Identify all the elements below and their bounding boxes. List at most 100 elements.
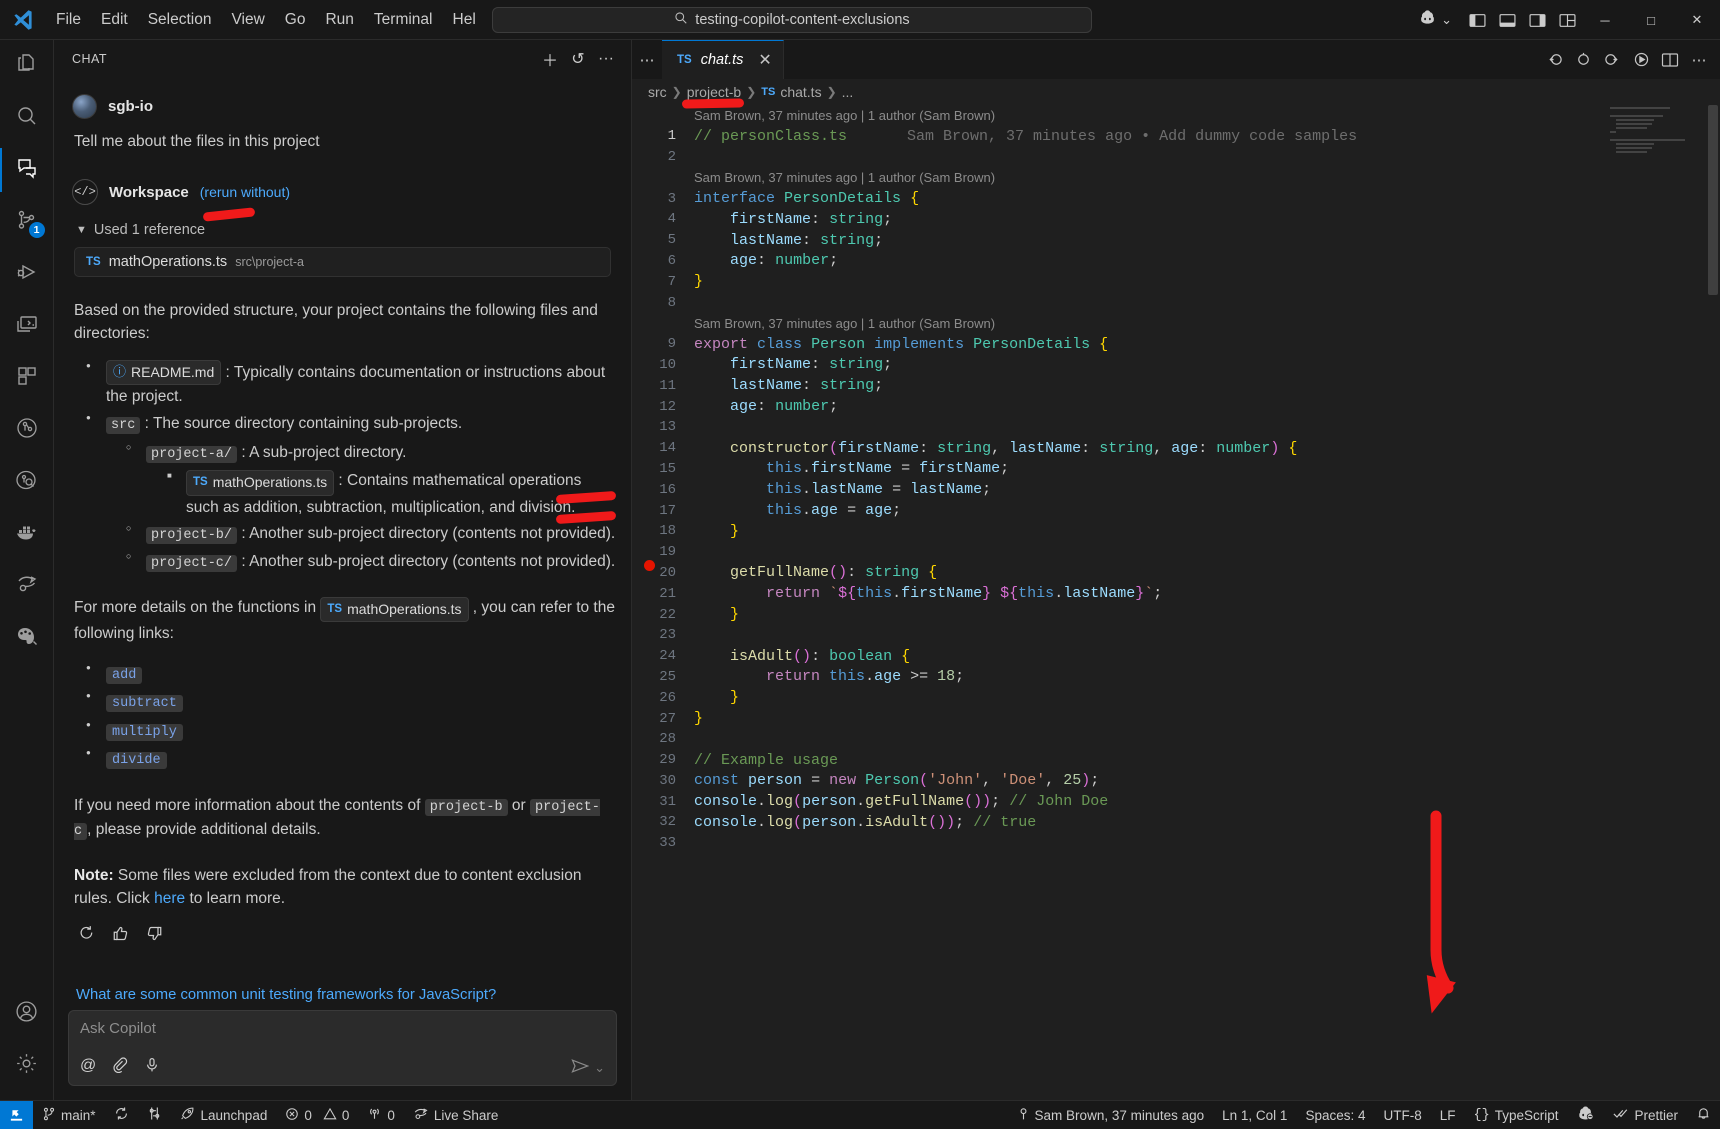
activity-item-github-actions[interactable] [0, 456, 54, 508]
remote-window-button[interactable] [0, 1100, 33, 1129]
toggle-panel-icon[interactable] [1492, 0, 1522, 40]
code-line[interactable]: 12 age: number; [632, 396, 1720, 417]
activity-item-remote-explorer[interactable] [0, 300, 54, 352]
used-references-toggle[interactable]: ▼ Used 1 reference [76, 222, 617, 238]
code-line[interactable]: 28 [632, 729, 1720, 750]
function-link-subtract[interactable]: subtract [106, 695, 183, 713]
chip-project-b[interactable]: project-b/ [146, 527, 238, 545]
breadcrumb-item-chat-ts[interactable]: chat.ts [780, 84, 821, 100]
code-line[interactable]: 3 interface PersonDetails { [632, 188, 1720, 209]
tab-chat-ts[interactable]: TS chat.ts ✕ [662, 40, 784, 79]
menu-terminal[interactable]: Terminal [364, 7, 443, 33]
code-line[interactable]: 1// personClass.ts Sam Brown, 37 minutes … [632, 126, 1720, 147]
send-icon[interactable] [571, 1058, 590, 1078]
breadcrumb-item-project-b[interactable]: project-b [687, 84, 741, 100]
note-here-link[interactable]: here [154, 890, 185, 907]
editor-scrollbar[interactable] [1706, 105, 1720, 1100]
code-line[interactable]: 33 [632, 833, 1720, 854]
menu-selection[interactable]: Selection [138, 7, 222, 33]
activity-item-source-control[interactable]: 1 [0, 196, 54, 248]
activity-item-run-and-debug[interactable] [0, 248, 54, 300]
menu-run[interactable]: Run [315, 7, 363, 33]
editor-more-left-icon[interactable]: ⋯ [632, 40, 662, 79]
code-line[interactable]: 24 isAdult(): boolean { [632, 646, 1720, 667]
status-branch[interactable]: main* [33, 1101, 105, 1129]
code-line[interactable]: 8 [632, 292, 1720, 313]
window-minimize-button[interactable]: ─ [1582, 0, 1628, 40]
chip-src[interactable]: src [106, 417, 141, 435]
function-link-divide[interactable]: divide [106, 752, 167, 770]
regenerate-icon[interactable] [78, 925, 95, 947]
activity-item-chat[interactable] [0, 144, 54, 196]
code-line[interactable]: 27} [632, 708, 1720, 729]
code-line[interactable]: 10 firstName: string; [632, 355, 1720, 376]
code-line[interactable]: 26 } [632, 687, 1720, 708]
status-eol[interactable]: LF [1431, 1101, 1465, 1129]
code-editor[interactable]: Sam Brown, 37 minutes ago | 1 author (Sa… [632, 105, 1720, 1100]
code-line[interactable]: 9 export class Person implements PersonDe… [632, 334, 1720, 355]
code-line[interactable]: 19 [632, 542, 1720, 563]
status-notifications[interactable] [1687, 1101, 1720, 1129]
code-line[interactable]: 5 lastName: string; [632, 230, 1720, 251]
menu-view[interactable]: View [221, 7, 274, 33]
activity-item-test-explorer[interactable] [0, 404, 54, 456]
function-link-add[interactable]: add [106, 666, 143, 684]
code-line[interactable]: 23 [632, 625, 1720, 646]
run-tests-icon[interactable] [1570, 47, 1596, 73]
attach-icon[interactable] [112, 1057, 128, 1078]
status-git-blame[interactable]: Sam Brown, 37 minutes ago [1008, 1101, 1214, 1129]
status-launchpad[interactable]: Launchpad [171, 1101, 277, 1129]
code-line[interactable]: 20 getFullName(): string { [632, 563, 1720, 584]
chip-project-a[interactable]: project-a/ [146, 445, 238, 463]
code-line[interactable]: 2 [632, 147, 1720, 168]
window-close-button[interactable]: ✕ [1674, 0, 1720, 40]
status-sync[interactable] [105, 1101, 138, 1129]
chip-project-c[interactable]: project-c/ [146, 554, 238, 572]
code-line[interactable]: 4 firstName: string; [632, 209, 1720, 230]
status-indentation[interactable]: Spaces: 4 [1296, 1101, 1374, 1129]
reference-item[interactable]: TS mathOperations.ts src\project-a [74, 247, 611, 277]
chat-history-button[interactable]: ↺ [565, 46, 591, 72]
chat-input-box[interactable]: Ask Copilot @ ⌄ [68, 1010, 617, 1086]
chip-mathoperations[interactable]: TS mathOperations.ts [186, 470, 335, 496]
status-copilot[interactable] [1567, 1101, 1604, 1129]
quick-search-input[interactable]: testing-copilot-content-exclusions [492, 6, 1092, 33]
mention-icon[interactable]: @ [80, 1057, 96, 1078]
code-line[interactable]: 29 // Example usage [632, 750, 1720, 771]
split-editor-icon[interactable] [1657, 47, 1683, 73]
code-line[interactable]: 22 } [632, 604, 1720, 625]
run-debug-icon[interactable] [1628, 47, 1654, 73]
activity-item-settings[interactable] [0, 1040, 54, 1092]
activity-item-live-share[interactable] [0, 560, 54, 612]
microphone-icon[interactable] [144, 1057, 160, 1078]
close-icon[interactable]: ✕ [758, 50, 771, 70]
breakpoint-icon[interactable] [644, 560, 655, 571]
activity-item-theme-palette[interactable] [0, 612, 54, 664]
editor-more-actions-icon[interactable]: ⋯ [1686, 47, 1712, 73]
thumbs-up-icon[interactable] [112, 925, 129, 947]
chip-readme[interactable]: ⓘREADME.md [106, 359, 222, 385]
function-link-multiply[interactable]: multiply [106, 723, 183, 741]
code-content[interactable]: Sam Brown, 37 minutes ago | 1 author (Sa… [632, 105, 1720, 1100]
breadcrumb-item-src[interactable]: src [648, 84, 667, 100]
menu-edit[interactable]: Edit [91, 7, 138, 33]
status-encoding[interactable]: UTF-8 [1374, 1101, 1430, 1129]
breadcrumb-item-symbol[interactable]: ... [842, 84, 854, 100]
code-line[interactable]: 31 console.log(person.getFullName()); // … [632, 791, 1720, 812]
window-maximize-button[interactable]: □ [1628, 0, 1674, 40]
code-line[interactable]: 32 console.log(person.isAdult()); // true [632, 812, 1720, 833]
code-line[interactable]: 15 this.firstName = firstName; [632, 459, 1720, 480]
activity-item-search[interactable] [0, 92, 54, 144]
code-line[interactable]: 18 } [632, 521, 1720, 542]
copilot-menu-button[interactable]: ⌄ [1418, 8, 1452, 32]
menu-file[interactable]: File [46, 7, 91, 33]
rerun-without-link[interactable]: (rerun without) [200, 184, 290, 200]
menu-go[interactable]: Go [275, 7, 316, 33]
menu-help[interactable]: Hel [443, 7, 486, 33]
activity-item-accounts[interactable] [0, 988, 54, 1040]
code-line[interactable]: 25 return this.age >= 18; [632, 667, 1720, 688]
go-back-icon[interactable] [1541, 47, 1567, 73]
status-cursor-position[interactable]: Ln 1, Col 1 [1213, 1101, 1296, 1129]
code-line[interactable]: 7} [632, 271, 1720, 292]
go-forward-icon[interactable] [1599, 47, 1625, 73]
